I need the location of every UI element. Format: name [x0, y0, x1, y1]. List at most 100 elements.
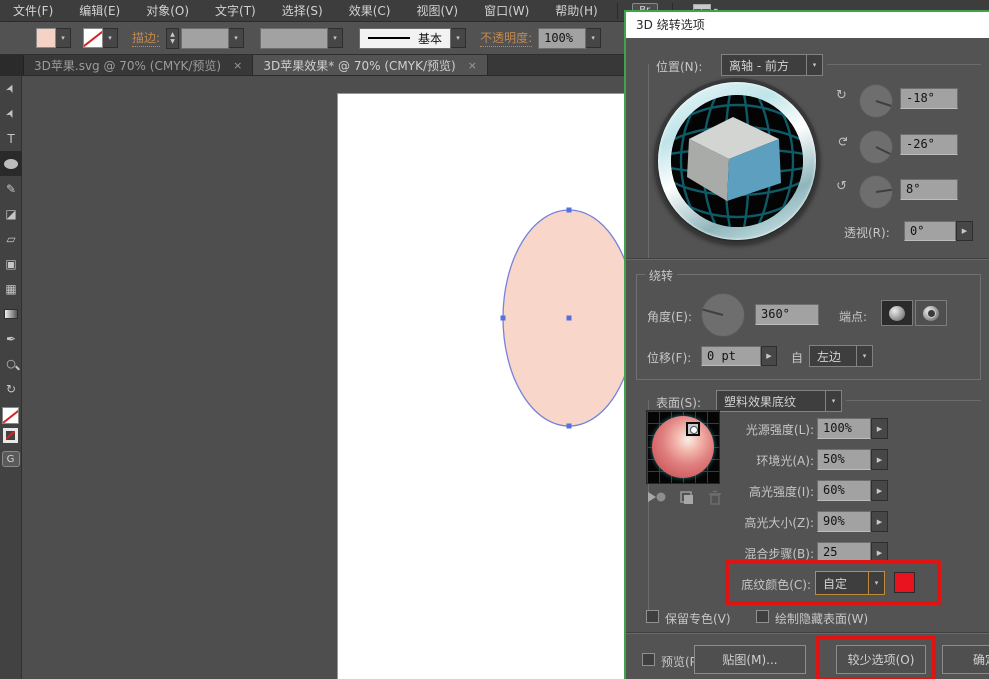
eyedropper-tool[interactable]: ✒: [0, 326, 22, 351]
paintbrush-tool[interactable]: ✎: [0, 176, 22, 201]
canvas[interactable]: [22, 76, 625, 679]
fill-color-swatch[interactable]: [36, 28, 56, 48]
ellipse-shape[interactable]: [503, 210, 625, 426]
rotate-z-dial[interactable]: [859, 175, 893, 209]
preserve-spot-checkbox[interactable]: [646, 610, 659, 623]
rotate-x-icon: ↻: [836, 88, 847, 103]
menu-edit[interactable]: 编辑(E): [66, 0, 133, 22]
close-icon[interactable]: ×: [468, 59, 477, 72]
stroke-dropdown-arrow-icon[interactable]: ▾: [103, 28, 118, 48]
menu-effect[interactable]: 效果(C): [336, 0, 404, 22]
highlight-size-spinner-icon[interactable]: ▶: [871, 511, 888, 532]
annotation-rect-shading-color: [725, 560, 941, 605]
stroke-color-group: ▾: [83, 28, 118, 48]
tab-3d-apple-effect[interactable]: 3D苹果效果* @ 70% (CMYK/预览) ×: [253, 55, 488, 75]
highlight-size-field[interactable]: 90%: [817, 511, 871, 532]
stroke-weight-arrow-icon[interactable]: ▾: [229, 28, 244, 48]
preview-checkbox[interactable]: [642, 653, 655, 666]
ambient-light-spinner-icon[interactable]: ▶: [871, 449, 888, 470]
highlight-intensity-spinner-icon[interactable]: ▶: [871, 480, 888, 501]
gradient-tool[interactable]: [0, 301, 22, 326]
opacity-label[interactable]: 不透明度:: [480, 29, 532, 47]
chevron-down-icon[interactable]: ▾: [856, 346, 872, 366]
draw-hidden-label: 绘制隐藏表面(W): [775, 610, 868, 627]
anchor-left[interactable]: [501, 316, 506, 321]
rotate-y-field[interactable]: -26°: [900, 134, 958, 155]
cap-solid-icon: [889, 306, 905, 321]
rotation-trackball[interactable]: [654, 78, 820, 244]
selected-ellipse-artwork[interactable]: [22, 76, 625, 679]
anchor-center[interactable]: [567, 316, 572, 321]
rotate-x-dial[interactable]: [859, 84, 893, 118]
chevron-down-icon[interactable]: ▾: [825, 391, 841, 411]
menu-select[interactable]: 选择(S): [269, 0, 336, 22]
anchor-top[interactable]: [567, 208, 572, 213]
anchor-bottom[interactable]: [567, 424, 572, 429]
fill-dropdown-arrow-icon[interactable]: ▾: [56, 28, 71, 48]
highlight-intensity-field[interactable]: 60%: [817, 480, 871, 501]
stroke-none-indicator[interactable]: [3, 428, 18, 443]
perspective-spinner-icon[interactable]: ▶: [956, 221, 973, 241]
tab-3d-apple-svg[interactable]: 3D苹果.svg @ 70% (CMYK/预览) ×: [24, 55, 253, 75]
perspective-label: 透视(R):: [844, 224, 890, 241]
type-icon: T: [7, 132, 14, 146]
position-dropdown[interactable]: 离轴 - 前方 ▾: [721, 54, 823, 76]
ellipse-tool[interactable]: [0, 151, 22, 176]
stroke-weight-stepper[interactable]: ▲ ▼: [166, 28, 179, 49]
surface-dropdown[interactable]: 塑料效果底纹 ▾: [716, 390, 842, 412]
type-tool[interactable]: T: [0, 126, 22, 151]
artboard-tool[interactable]: ▣: [0, 251, 22, 276]
menu-object[interactable]: 对象(O): [133, 0, 202, 22]
stepper-down-icon[interactable]: ▼: [170, 38, 175, 45]
stroke-weight-label[interactable]: 描边:: [132, 29, 160, 47]
ellipse-icon: [4, 159, 18, 169]
scale-tool[interactable]: ▱: [0, 226, 22, 251]
direct-selection-tool[interactable]: ➤: [0, 101, 22, 126]
menu-help[interactable]: 帮助(H): [542, 0, 610, 22]
rotate-x-field[interactable]: -18°: [900, 88, 958, 109]
angle-field[interactable]: 360°: [755, 304, 819, 325]
close-icon[interactable]: ×: [233, 59, 242, 72]
menu-file[interactable]: 文件(F): [0, 0, 66, 22]
opacity-field[interactable]: 100%: [538, 28, 586, 49]
dial-pointer: [876, 100, 892, 107]
cap-hollow-button[interactable]: [915, 300, 947, 326]
move-light-to-back-icon[interactable]: [648, 490, 666, 506]
draw-hidden-checkbox[interactable]: [756, 610, 769, 623]
graph-tool[interactable]: ▦: [0, 276, 22, 301]
light-intensity-spinner-icon[interactable]: ▶: [871, 418, 888, 439]
stepper-up-icon[interactable]: ▲: [170, 31, 175, 38]
stroke-weight-field[interactable]: [181, 28, 229, 49]
perspective-field[interactable]: 0°: [904, 221, 956, 241]
angle-dial[interactable]: [701, 293, 745, 337]
rotate-y-dial[interactable]: [859, 130, 893, 164]
light-intensity-field[interactable]: 100%: [817, 418, 871, 439]
brush-definition-field[interactable]: 基本: [359, 28, 451, 49]
preserve-spot-label: 保留专色(V): [665, 610, 731, 627]
rotate-view-tool[interactable]: ↻: [0, 376, 22, 401]
menu-window[interactable]: 窗口(W): [471, 0, 542, 22]
draw-mode-button[interactable]: G: [2, 451, 20, 467]
selection-tool[interactable]: ➤: [0, 76, 22, 101]
variable-width-field[interactable]: [260, 28, 328, 49]
ambient-light-field[interactable]: 50%: [817, 449, 871, 470]
offset-field[interactable]: 0 pt: [701, 346, 761, 366]
chevron-down-icon[interactable]: ▾: [806, 55, 822, 75]
map-art-button[interactable]: 贴图(M)...: [694, 645, 806, 674]
fill-none-indicator[interactable]: [2, 407, 19, 424]
revolve-group: 绕转 角度(E): 360° 端点: 位移(F): 0 pt ▶ 自 左边 ▾: [636, 274, 981, 380]
offset-from-dropdown[interactable]: 左边 ▾: [809, 345, 873, 367]
opacity-arrow-icon[interactable]: ▾: [586, 28, 601, 48]
zoom-tool[interactable]: ○: [0, 351, 22, 376]
eraser-tool[interactable]: ◪: [0, 201, 22, 226]
stroke-none-swatch[interactable]: [83, 28, 103, 48]
menu-view[interactable]: 视图(V): [403, 0, 471, 22]
brush-style-arrow-icon[interactable]: ▾: [451, 28, 466, 48]
cap-solid-button[interactable]: [881, 300, 913, 326]
offset-spinner-icon[interactable]: ▶: [761, 346, 777, 366]
rotate-z-field[interactable]: 8°: [900, 179, 958, 200]
variable-width-arrow-icon[interactable]: ▾: [328, 28, 343, 48]
ok-button[interactable]: 确定: [942, 645, 989, 674]
menu-type[interactable]: 文字(T): [202, 0, 269, 22]
surface-value: 塑料效果底纹: [717, 391, 825, 411]
